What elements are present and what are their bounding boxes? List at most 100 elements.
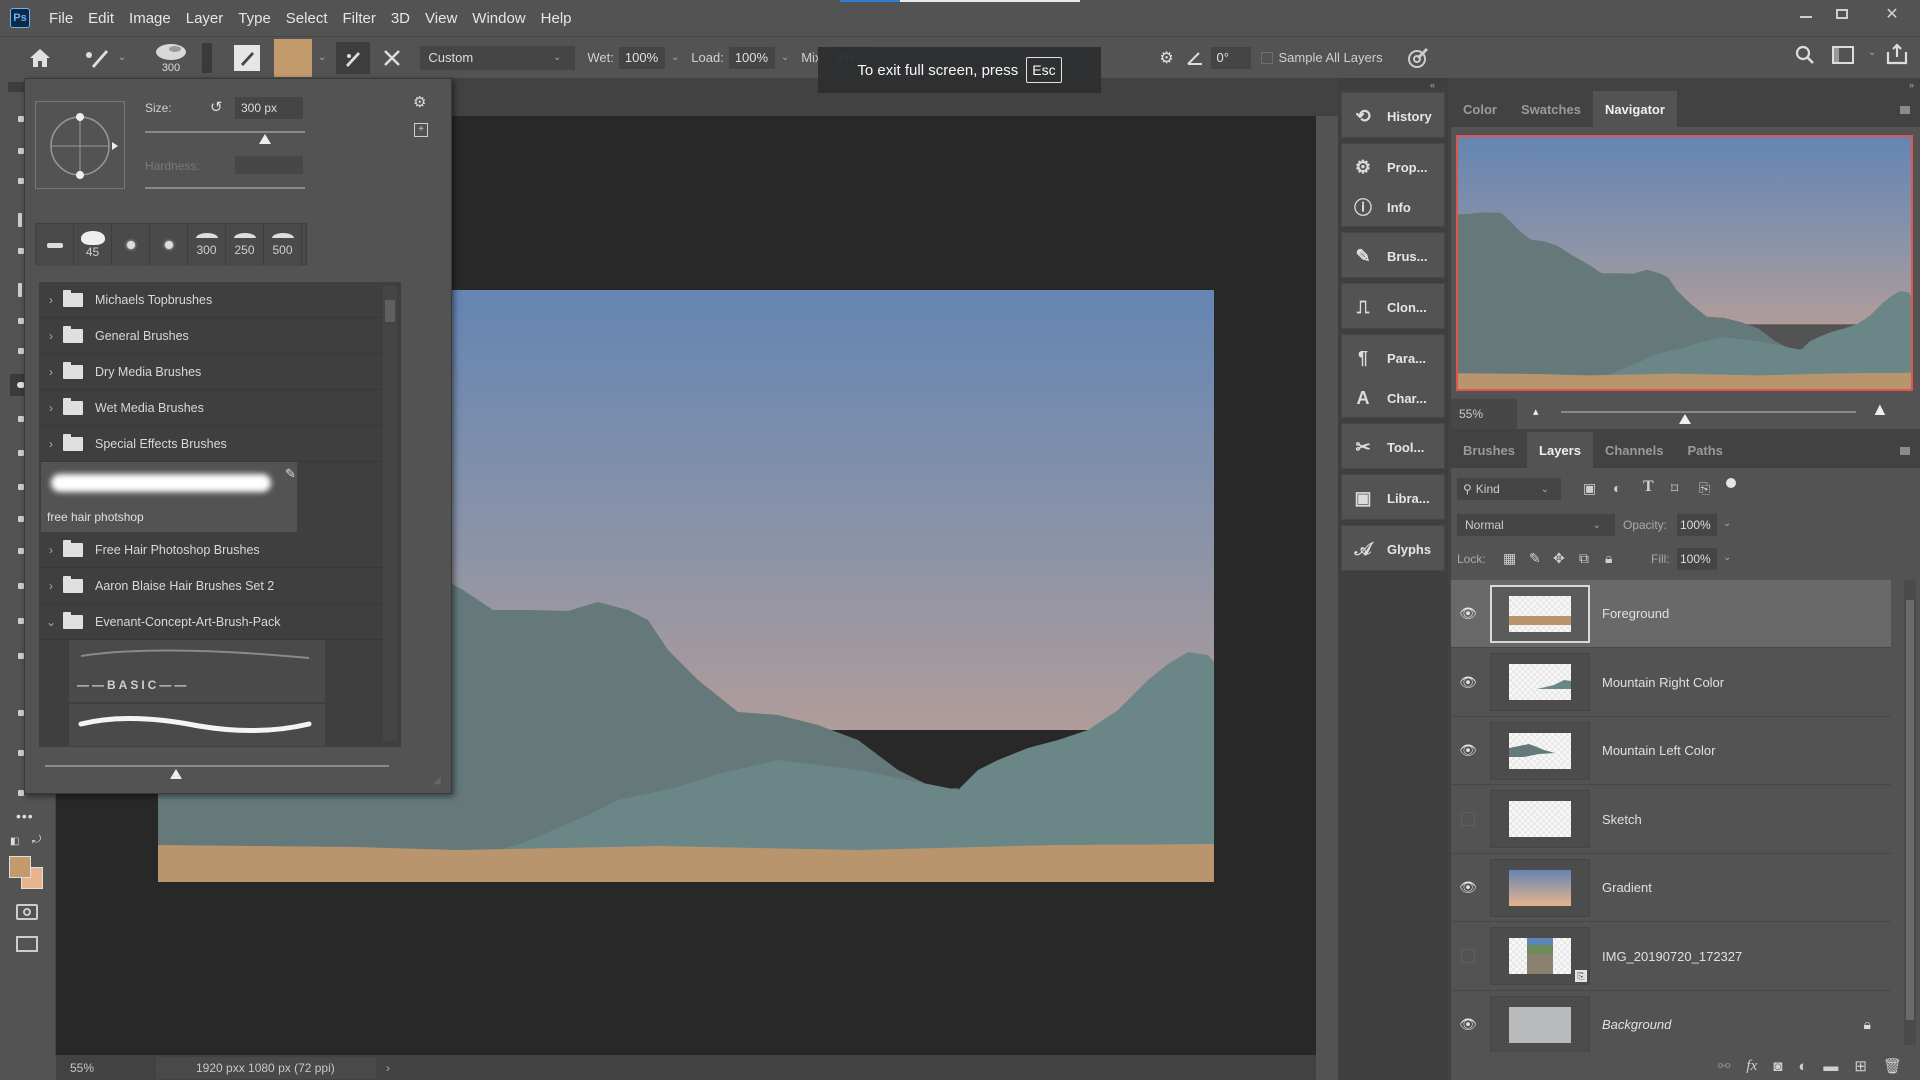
dock-collapse-button[interactable]: « [1430, 80, 1435, 90]
scrollbar-thumb[interactable] [1906, 600, 1914, 1020]
menu-image[interactable]: Image [124, 10, 181, 27]
layer-lock-icon[interactable]: 🔒︎ [1864, 1016, 1871, 1033]
clean-brush-toggle[interactable] [374, 48, 410, 68]
current-brush-color-swatch[interactable] [274, 38, 312, 77]
search-button[interactable] [1792, 45, 1818, 65]
wet-input[interactable]: 100% [618, 46, 665, 69]
fill-dropdown[interactable]: ⌄ [1723, 552, 1731, 563]
default-colors-icon[interactable]: ◧ [10, 836, 19, 847]
home-button[interactable] [20, 48, 60, 68]
recent-brush-3[interactable] [112, 224, 150, 266]
visibility-eye-icon[interactable]: 👁︎ [1451, 605, 1485, 622]
brush-folder[interactable]: › Special Effects Brushes [39, 426, 383, 462]
scrollbar-thumb[interactable] [385, 300, 395, 322]
filter-toggle-switch[interactable] [1726, 478, 1736, 488]
chevron-right-icon[interactable]: › [39, 329, 63, 343]
navigator-tab-navigator[interactable]: Navigator [1592, 91, 1677, 127]
load-input[interactable]: 100% [728, 46, 775, 69]
layer-row[interactable]: 👁︎ Mountain Left Color [1451, 717, 1891, 785]
layer-row[interactable]: Sketch [1451, 786, 1891, 854]
navigator-zoom-thumb[interactable] [1678, 414, 1691, 424]
recent-brush-2[interactable]: 45 [74, 224, 112, 266]
brush-folder[interactable]: ⌄ Evenant-Concept-Art-Brush-Pack [39, 604, 383, 640]
reset-size-button[interactable]: ↺ [210, 98, 223, 116]
size-slider-thumb[interactable] [259, 134, 271, 144]
layer-name[interactable]: Mountain Right Color [1602, 675, 1724, 690]
load-dropdown[interactable]: ⌄ [781, 52, 789, 63]
chevron-right-icon[interactable]: › [39, 543, 63, 557]
frame-tool[interactable] [18, 283, 22, 297]
layer-row[interactable]: 👁︎ Mountain Right Color [1451, 649, 1891, 717]
sample-all-layers-checkbox[interactable] [1260, 51, 1273, 64]
edit-toolbar-icon[interactable]: ••• [16, 808, 34, 824]
layer-name[interactable]: IMG_20190720_172327 [1602, 949, 1742, 964]
dock-item[interactable]: ⚙ Prop... [1341, 153, 1445, 181]
brush-folder[interactable]: › Michaels Topbrushes [39, 282, 383, 318]
layer-row[interactable]: 👁︎ Gradient [1451, 854, 1891, 922]
chevron-right-icon[interactable]: › [39, 437, 63, 451]
angle-input[interactable]: 0° [1210, 46, 1251, 69]
opacity-dropdown[interactable]: ⌄ [1723, 518, 1731, 529]
layer-name[interactable]: Background [1602, 1017, 1671, 1032]
resize-grip[interactable]: ◢ [433, 775, 441, 786]
size-input[interactable]: 300 px [235, 97, 303, 119]
navigator-zoom-input[interactable]: 55% [1451, 399, 1517, 429]
lock-position-icon[interactable]: ✥ [1553, 550, 1565, 567]
tool-preset-picker[interactable]: ⌄ [82, 46, 134, 70]
dock-item[interactable]: ⓘ Info [1341, 193, 1445, 221]
navigator-panel-menu[interactable] [1900, 106, 1910, 114]
recent-brush-7[interactable]: 500 [264, 224, 302, 266]
brush-settings-toggle[interactable] [234, 44, 260, 71]
navigator-preview[interactable] [1456, 135, 1913, 391]
layers-tab-paths[interactable]: Paths [1675, 432, 1734, 468]
layers-scrollbar[interactable] [1904, 580, 1916, 1045]
filter-type-icon[interactable]: T [1643, 478, 1654, 496]
new-preset-button[interactable]: + [414, 123, 428, 137]
layers-panel-menu[interactable] [1900, 447, 1910, 455]
quick-select-tool[interactable] [18, 213, 22, 227]
filter-pixel-icon[interactable]: ▣ [1583, 480, 1596, 497]
chevron-right-icon[interactable]: › [39, 401, 63, 415]
layer-row[interactable]: 👁︎ Foreground [1451, 580, 1891, 648]
brush-folder[interactable]: › General Brushes [39, 318, 383, 354]
menu-3d[interactable]: 3D [386, 10, 420, 27]
link-layers-icon[interactable]: ⚯ [1718, 1057, 1731, 1075]
lock-artboard-icon[interactable]: ⧉ [1579, 550, 1589, 567]
mixer-combo-select[interactable]: Custom ⌄ [420, 45, 576, 70]
dock-item[interactable]: 𝒜 Glyphs [1341, 535, 1445, 563]
layer-row[interactable]: 👁︎ Background 🔒︎ [1451, 991, 1891, 1058]
menu-view[interactable]: View [420, 10, 467, 27]
filter-shape-icon[interactable]: ⌑ [1671, 480, 1678, 497]
panel-settings-button[interactable]: ⚙ [413, 93, 426, 111]
hardness-input[interactable] [235, 156, 303, 174]
lock-transparent-pixels-icon[interactable]: ▦ [1503, 550, 1516, 567]
brush-preset-selected[interactable]: ✎ free hair photshop [41, 462, 297, 532]
blend-mode-select[interactable]: Normal ⌄ [1457, 514, 1615, 536]
dock-item[interactable]: ✎ Brus... [1341, 242, 1445, 270]
hardness-slider[interactable] [145, 187, 305, 189]
lock-image-pixels-icon[interactable]: ✎ [1529, 550, 1541, 567]
chevron-right-icon[interactable]: › [39, 293, 63, 307]
workspace-switcher[interactable] [1830, 46, 1856, 64]
layers-tab-channels[interactable]: Channels [1593, 432, 1676, 468]
fill-input[interactable]: 100% [1677, 548, 1717, 570]
filter-smart-object-icon[interactable]: ⎘ [1699, 480, 1710, 497]
brush-list-scrollbar[interactable] [383, 286, 397, 741]
menu-file[interactable]: File [44, 10, 83, 27]
recent-brush-1[interactable] [36, 224, 74, 266]
visibility-toggle-off[interactable] [1461, 949, 1475, 963]
menu-filter[interactable]: Filter [338, 10, 386, 27]
layer-name[interactable]: Mountain Left Color [1602, 743, 1715, 758]
dock-item[interactable]: A Char... [1341, 384, 1445, 412]
layer-name[interactable]: Gradient [1602, 880, 1652, 895]
zoom-in-button[interactable]: ▲ [1871, 399, 1889, 420]
menu-edit[interactable]: Edit [83, 10, 124, 27]
status-zoom[interactable]: 55% [56, 1061, 106, 1075]
visibility-eye-icon[interactable]: 👁︎ [1451, 1016, 1485, 1033]
menu-window[interactable]: Window [467, 10, 535, 27]
status-expand-arrow[interactable]: › [376, 1061, 390, 1075]
menu-select[interactable]: Select [281, 10, 338, 27]
menu-type[interactable]: Type [233, 10, 281, 27]
layers-tab-brushes[interactable]: Brushes [1451, 432, 1527, 468]
visibility-eye-icon[interactable]: 👁︎ [1451, 879, 1485, 896]
